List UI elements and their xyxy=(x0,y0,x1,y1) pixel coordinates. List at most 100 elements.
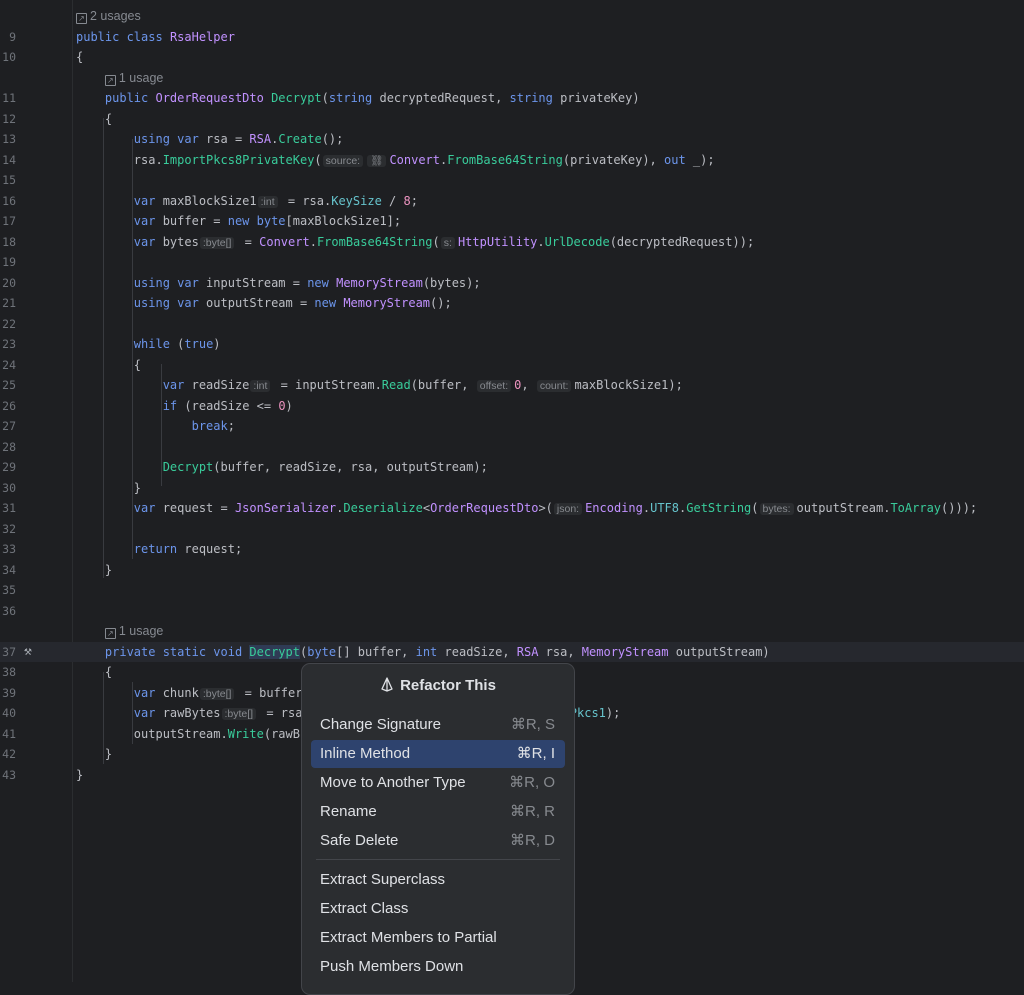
line-number: 9 xyxy=(9,29,16,44)
menu-item-push-members-down[interactable]: Push Members Down xyxy=(311,953,565,981)
menu-item-extract-members-to-partial[interactable]: Extract Members to Partial xyxy=(311,924,565,952)
property-name: Pkcs1 xyxy=(569,706,606,720)
code-line[interactable]: 16 var maxBlockSize1:int = rsa.KeySize /… xyxy=(0,191,1024,212)
type-name: MemoryStream xyxy=(336,275,423,290)
code-line[interactable]: 36 xyxy=(0,601,1024,622)
menu-item-label: Push Members Down xyxy=(320,958,464,975)
line-content: { xyxy=(76,109,112,130)
code-line[interactable]: 35 xyxy=(0,580,1024,601)
code-text: decryptedRequest, xyxy=(379,91,510,105)
type-name: RsaHelper xyxy=(169,29,235,44)
menu-item-change-signature[interactable]: Change Signature ⌘R, S xyxy=(311,711,565,739)
code-line[interactable]: 21 using var outputStream = new MemorySt… xyxy=(0,293,1024,314)
line-number: 14 xyxy=(2,152,16,167)
code-line[interactable]: 17 var buffer = new byte[maxBlockSize1]; xyxy=(0,211,1024,232)
line-number: 38 xyxy=(2,665,16,679)
code-line[interactable]: 31 var request = JsonSerializer.Deserial… xyxy=(0,498,1024,519)
menu-item-extract-superclass[interactable]: Extract Superclass xyxy=(311,866,565,894)
line-content: using var inputStream = new MemoryStream… xyxy=(76,273,481,294)
code-text: bytes xyxy=(162,234,199,249)
code-line[interactable]: 24 { xyxy=(0,355,1024,376)
inlay-hint: :byte[] xyxy=(199,687,235,700)
menu-item-move-to-another-type[interactable]: Move to Another Type ⌘R, O xyxy=(311,769,565,797)
menu-item-rename[interactable]: Rename ⌘R, R xyxy=(311,798,565,826)
line-number: 13 xyxy=(2,132,16,146)
code-text: ); xyxy=(605,706,621,720)
code-line[interactable]: 28 xyxy=(0,437,1024,458)
code-line[interactable]: 23 while (true) xyxy=(0,334,1024,355)
code-text: } xyxy=(76,562,113,577)
type-name: OrderRequestDto xyxy=(430,501,539,515)
usages-link[interactable]: ↗ 1 usage xyxy=(104,68,163,89)
keyword: int xyxy=(415,644,445,659)
keyword: true xyxy=(184,337,214,351)
method-name: ImportPkcs8PrivateKey xyxy=(162,152,315,167)
code-line[interactable]: 27 break; xyxy=(0,416,1024,437)
menu-item-safe-delete[interactable]: Safe Delete ⌘R, D xyxy=(311,827,565,855)
line-content: using var rsa = RSA.Create(); xyxy=(76,129,344,150)
line-number: 30 xyxy=(2,480,16,495)
type-name: OrderRequestDto xyxy=(155,91,272,105)
line-number: 24 xyxy=(2,357,16,372)
code-text: } xyxy=(76,480,142,495)
line-content: Decrypt(buffer, readSize, rsa, outputStr… xyxy=(76,457,488,478)
code-line[interactable]: 25 var readSize:int = inputStream.Read(b… xyxy=(0,375,1024,396)
code-text: [maxBlockSize1]; xyxy=(285,214,402,228)
inlay-hint: :byte[] xyxy=(199,236,235,249)
code-line[interactable]: 10 { xyxy=(0,47,1024,68)
line-number: 22 xyxy=(2,316,16,331)
line-number: 37 xyxy=(2,644,16,659)
property-name: UTF8 xyxy=(650,501,680,515)
code-line[interactable]: 9 public class RsaHelper xyxy=(0,27,1024,48)
code-line[interactable]: 19 xyxy=(0,252,1024,273)
usages-label: 2 usages xyxy=(90,9,141,23)
menu-item-extract-class[interactable]: Extract Class xyxy=(311,895,565,923)
type-name: MemoryStream xyxy=(581,644,676,659)
type-name: Convert xyxy=(259,234,310,249)
line-number: 43 xyxy=(2,767,16,782)
keyword: break xyxy=(191,419,228,433)
code-line[interactable]: 12 { xyxy=(0,109,1024,130)
code-line[interactable]: 30 } xyxy=(0,478,1024,499)
type-name: RSA xyxy=(516,644,546,659)
code-line[interactable]: 33 return request; xyxy=(0,539,1024,560)
menu-item-inline-method[interactable]: Inline Method ⌘R, I xyxy=(311,740,565,768)
code-text: outputStream = xyxy=(206,296,315,310)
usage-hint-row[interactable]: ↗ 1 usage xyxy=(0,621,1024,642)
method-name: FromBase64String xyxy=(316,234,433,249)
code-line[interactable]: 20 using var inputStream = new MemoryStr… xyxy=(0,273,1024,294)
line-number: 17 xyxy=(2,214,16,228)
keyword: using var xyxy=(133,275,207,290)
code-text: inputStream = xyxy=(206,275,308,290)
code-line[interactable]: 14 rsa.ImportPkcs8PrivateKey(source: ⛓ Con… xyxy=(0,150,1024,171)
highlighted-method-name: Decrypt xyxy=(249,644,300,659)
inlay-hint: ⛓ xyxy=(367,154,387,167)
code-line[interactable]: 22 xyxy=(0,314,1024,335)
code-text: { xyxy=(76,111,113,126)
code-line[interactable]: 13 using var rsa = RSA.Create(); xyxy=(0,129,1024,150)
usages-link[interactable]: ↗ 2 usages xyxy=(76,6,141,27)
line-content: public OrderRequestDto Decrypt(string de… xyxy=(76,88,640,109)
code-text: (privateKey), xyxy=(562,152,664,167)
line-number: 25 xyxy=(2,378,16,392)
code-line[interactable]: 29 Decrypt(buffer, readSize, rsa, output… xyxy=(0,457,1024,478)
menu-item-label: Move to Another Type xyxy=(320,774,466,791)
code-line[interactable]: 37 ⚒ private static void Decrypt(byte[] b… xyxy=(0,641,1024,663)
usage-hint-row[interactable]: ↗ 1 usage xyxy=(0,68,1024,89)
code-line[interactable]: 11 public OrderRequestDto Decrypt(string… xyxy=(0,88,1024,109)
code-line[interactable]: 26 if (readSize <= 0) xyxy=(0,396,1024,417)
code-line[interactable]: 32 xyxy=(0,519,1024,540)
line-content: private static void Decrypt(byte[] buffe… xyxy=(76,642,770,663)
code-line[interactable]: 15 xyxy=(0,170,1024,191)
code-line[interactable]: 34 } xyxy=(0,560,1024,581)
usage-hint-row[interactable]: ↗ 2 usages xyxy=(0,6,1024,27)
code-line[interactable]: 18 var bytes:byte[] = Convert.FromBase64… xyxy=(0,232,1024,253)
code-text: readSize xyxy=(191,378,250,392)
hammer-icon[interactable]: ⚒ xyxy=(24,642,32,663)
usages-link[interactable]: ↗ 1 usage xyxy=(104,621,163,642)
code-text: ; xyxy=(227,419,235,433)
inlay-hint: :byte[] xyxy=(221,708,257,720)
code-text: { xyxy=(76,50,84,64)
